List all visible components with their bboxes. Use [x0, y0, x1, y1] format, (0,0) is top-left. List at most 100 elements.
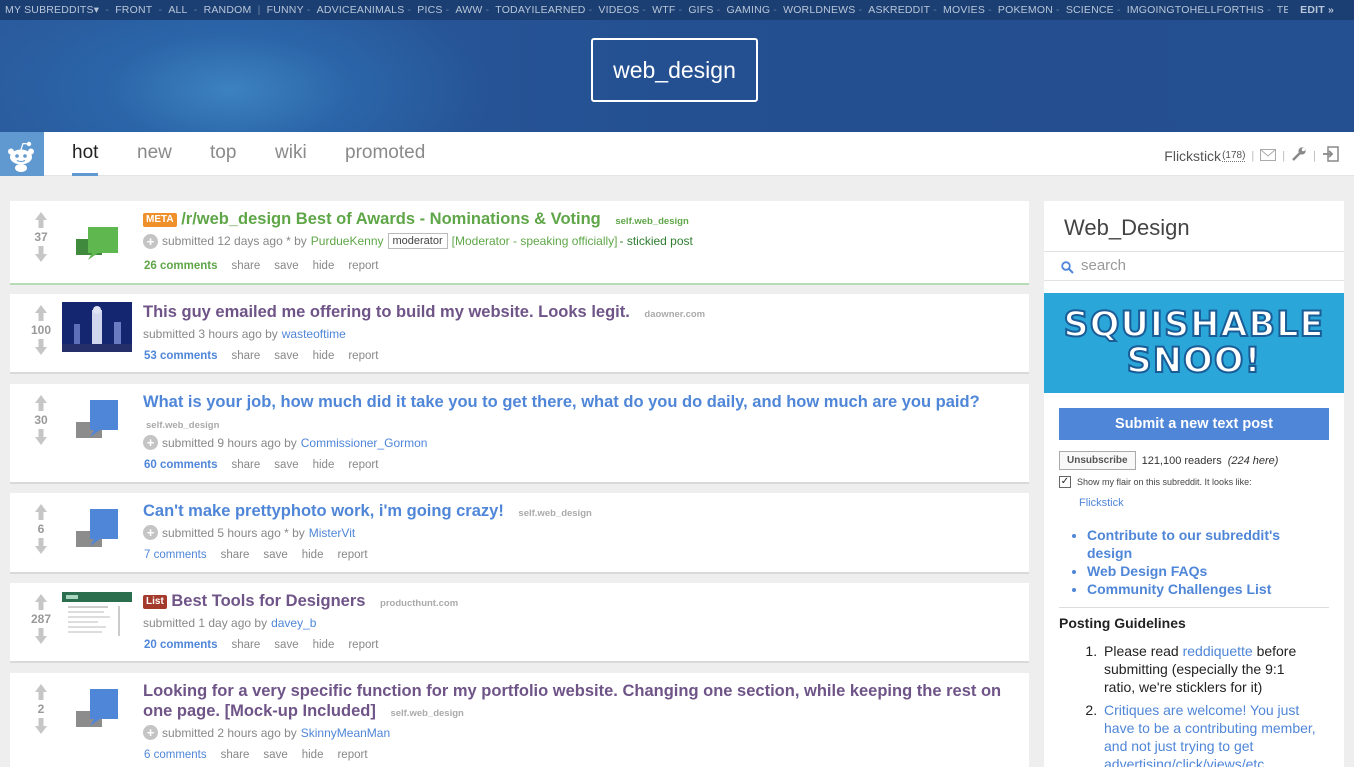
subreddit-link[interactable]: SCIENCE	[1063, 4, 1117, 16]
tab-wiki[interactable]: wiki	[275, 132, 307, 176]
author-link[interactable]: MisterVit	[309, 526, 355, 540]
expand-plus-icon[interactable]: +	[143, 435, 158, 450]
sidebar-title[interactable]: Web_Design	[1064, 215, 1190, 241]
save-button[interactable]: save	[263, 749, 287, 761]
downvote-arrow-icon[interactable]	[34, 717, 48, 735]
report-button[interactable]: report	[348, 459, 378, 471]
subreddit-link[interactable]: PICS	[414, 4, 445, 16]
my-subreddits-dropdown[interactable]: MY SUBREDDITS▾	[0, 4, 102, 16]
subreddit-logo[interactable]: web_design	[591, 38, 758, 102]
upvote-arrow-icon[interactable]	[34, 211, 48, 229]
logout-icon[interactable]	[1322, 146, 1340, 165]
share-button[interactable]: share	[221, 549, 250, 561]
preferences-wrench-icon[interactable]	[1291, 146, 1307, 165]
share-button[interactable]: share	[232, 350, 261, 362]
report-button[interactable]: report	[337, 549, 367, 561]
tab-top[interactable]: top	[210, 132, 236, 176]
post-title-link[interactable]: Looking for a very specific function for…	[143, 682, 1001, 720]
link-thumbnail-image[interactable]	[62, 592, 132, 642]
share-button[interactable]: share	[232, 639, 261, 651]
downvote-arrow-icon[interactable]	[34, 338, 48, 356]
submit-text-post-button[interactable]: Submit a new text post	[1059, 408, 1329, 440]
downvote-arrow-icon[interactable]	[34, 428, 48, 446]
post-title-link[interactable]: What is your job, how much did it take y…	[143, 393, 980, 411]
post-title-link[interactable]: Best Tools for Designers	[171, 592, 365, 610]
tab-promoted[interactable]: promoted	[345, 132, 425, 176]
downvote-arrow-icon[interactable]	[34, 627, 48, 645]
hide-button[interactable]: hide	[313, 639, 335, 651]
post-domain[interactable]: daowner.com	[644, 309, 705, 320]
subreddit-link[interactable]: MOVIES	[940, 4, 988, 16]
expand-plus-icon[interactable]: +	[143, 725, 158, 740]
contribute-design-link[interactable]: Contribute to our subreddit's design	[1087, 526, 1327, 562]
self-post-thumbnail-icon[interactable]	[62, 396, 132, 446]
post-domain[interactable]: self.web_design	[390, 708, 463, 719]
comments-link[interactable]: 20 comments	[144, 639, 218, 651]
comments-link[interactable]: 53 comments	[144, 350, 218, 362]
username-link[interactable]: Flickstick	[1164, 148, 1221, 164]
subreddit-link[interactable]: GAMING	[723, 4, 773, 16]
self-post-thumbnail-icon[interactable]	[62, 685, 132, 735]
reddiquette-link[interactable]: reddiquette	[1183, 643, 1253, 659]
hide-button[interactable]: hide	[313, 260, 335, 272]
expand-plus-icon[interactable]: +	[143, 233, 158, 249]
hide-button[interactable]: hide	[313, 459, 335, 471]
unsubscribe-button[interactable]: Unsubscribe	[1059, 451, 1136, 470]
front-link[interactable]: FRONT	[112, 4, 155, 16]
share-button[interactable]: share	[232, 260, 261, 272]
post-domain[interactable]: self.web_design	[615, 216, 688, 227]
share-button[interactable]: share	[232, 459, 261, 471]
comments-link[interactable]: 6 comments	[144, 749, 207, 761]
subreddit-link[interactable]: TODAYILEARNED	[492, 4, 588, 16]
save-button[interactable]: save	[263, 549, 287, 561]
faq-link[interactable]: Web Design FAQs	[1087, 562, 1327, 580]
post-title-link[interactable]: /r/web_design Best of Awards - Nominatio…	[181, 210, 601, 228]
save-button[interactable]: save	[274, 459, 298, 471]
post-domain[interactable]: self.web_design	[146, 420, 219, 431]
squishable-snoo-ad[interactable]: SQUISHABLE SNOO!	[1044, 293, 1344, 393]
critiques-link[interactable]: Critiques are welcome! You just have to …	[1104, 702, 1316, 767]
edit-subreddits-link[interactable]: EDIT »	[1288, 0, 1354, 20]
show-flair-checkbox[interactable]: ✓	[1059, 476, 1071, 488]
self-post-thumbnail-icon[interactable]	[62, 213, 132, 263]
random-link[interactable]: RANDOM	[201, 4, 255, 16]
comments-link[interactable]: 26 comments	[144, 260, 218, 272]
author-link[interactable]: Commissioner_Gormon	[301, 436, 428, 450]
self-post-thumbnail-icon[interactable]	[62, 505, 132, 555]
subreddit-link[interactable]: WORLDNEWS	[780, 4, 858, 16]
save-button[interactable]: save	[274, 260, 298, 272]
subreddit-link[interactable]: ADVICEANIMALS	[314, 4, 408, 16]
comments-link[interactable]: 7 comments	[144, 549, 207, 561]
report-button[interactable]: report	[348, 350, 378, 362]
subreddit-link[interactable]: FUNNY	[264, 4, 307, 16]
report-button[interactable]: report	[348, 260, 378, 272]
downvote-arrow-icon[interactable]	[34, 537, 48, 555]
share-button[interactable]: share	[221, 749, 250, 761]
tab-hot[interactable]: hot	[72, 132, 99, 176]
upvote-arrow-icon[interactable]	[34, 593, 48, 611]
save-button[interactable]: save	[274, 350, 298, 362]
post-domain[interactable]: producthunt.com	[380, 598, 458, 609]
link-thumbnail-image[interactable]	[62, 302, 132, 352]
upvote-arrow-icon[interactable]	[34, 503, 48, 521]
hide-button[interactable]: hide	[313, 350, 335, 362]
expand-plus-icon[interactable]: +	[143, 525, 158, 540]
author-link[interactable]: wasteoftime	[282, 327, 346, 341]
upvote-arrow-icon[interactable]	[34, 683, 48, 701]
reddit-alien-icon[interactable]	[0, 132, 44, 176]
subreddit-link[interactable]: IMGOINGTOHELLFORTHIS	[1124, 4, 1267, 16]
post-domain[interactable]: self.web_design	[518, 508, 591, 519]
downvote-arrow-icon[interactable]	[34, 245, 48, 263]
author-link[interactable]: davey_b	[271, 616, 316, 630]
upvote-arrow-icon[interactable]	[34, 394, 48, 412]
search-input[interactable]: search	[1044, 251, 1344, 281]
author-link[interactable]: PurdueKenny	[311, 234, 384, 248]
save-button[interactable]: save	[274, 639, 298, 651]
subreddit-link[interactable]: VIDEOS	[595, 4, 642, 16]
subreddit-link[interactable]: ASKREDDIT	[865, 4, 933, 16]
hide-button[interactable]: hide	[302, 749, 324, 761]
upvote-arrow-icon[interactable]	[34, 304, 48, 322]
comments-link[interactable]: 60 comments	[144, 459, 218, 471]
all-link[interactable]: ALL	[165, 4, 190, 16]
report-button[interactable]: report	[337, 749, 367, 761]
